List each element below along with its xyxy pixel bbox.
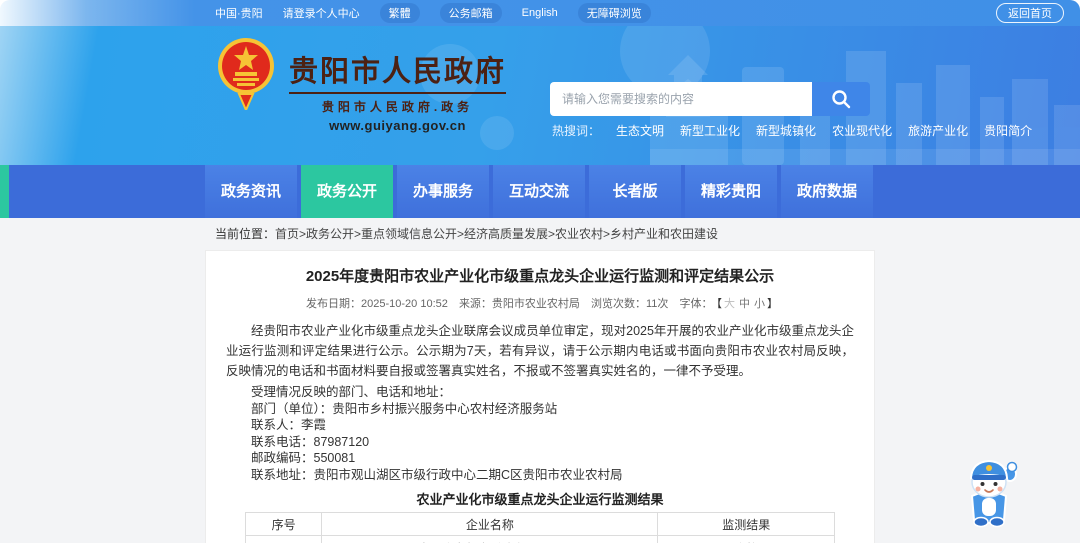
topbar-link-english[interactable]: English	[522, 7, 558, 19]
site-subtitle: 贵阳市人民政府.政务	[289, 92, 507, 115]
table-row: 1 贵州合力超市采购有限公司 合格	[244, 535, 836, 543]
site-title-group: 贵阳市人民政府 贵阳市人民政府.政务 www.guiyang.gov.cn	[289, 56, 507, 133]
top-utility-bar: 中国·贵阳 请登录个人中心 繁體 公务邮箱 English 无障碍浏览 返回首页	[0, 0, 1080, 26]
contact-phone: 联系电话：87987120	[251, 434, 370, 449]
main-navigation: 政务资讯 政务公开 办事服务 互动交流 长者版 精彩贵阳 政府数据	[0, 165, 1080, 218]
site-logo-block[interactable]: 贵阳市人民政府 贵阳市人民政府.政务 www.guiyang.gov.cn	[213, 34, 507, 133]
hot-search-link-industry[interactable]: 新型工业化	[680, 122, 740, 139]
hot-search-link-agriculture[interactable]: 农业现代化	[832, 122, 892, 139]
monitoring-result: 合格	[657, 535, 836, 543]
font-size-medium-button[interactable]: 中	[739, 298, 750, 310]
nav-tab-news[interactable]: 政务资讯	[205, 165, 297, 218]
hot-search-label: 热搜词：	[552, 124, 601, 138]
column-header-index: 序号	[244, 512, 323, 536]
search-icon	[832, 90, 851, 109]
postal-code: 邮政编码：550081	[251, 451, 356, 465]
article-meta: 发布日期：2025-10-20 10:52 来源：贵阳市农业农村局 浏览次数：1…	[226, 295, 854, 311]
contact-department: 部门（单位）：贵阳市乡村振兴服务中心农村经济服务站	[251, 401, 558, 416]
mascot-character-icon	[969, 459, 1018, 528]
monitoring-results-table: 序号 企业名称 监测结果 1 贵州合力超市采购有限公司 合格 2 贵州友禾种业有…	[244, 512, 836, 543]
company-name: 贵州合力超市采购有限公司	[321, 535, 659, 543]
font-size-label: 字体：	[679, 298, 713, 310]
breadcrumb-label: 当前位置：	[215, 227, 276, 241]
article-paragraph: 经贵阳市农业产业化市级重点龙头企业联席会议成员单位审定，现对2025年开展的农业…	[226, 324, 854, 378]
site-url: www.guiyang.gov.cn	[329, 118, 466, 133]
search-bar	[550, 82, 870, 116]
font-size-large-button[interactable]: 大	[724, 298, 735, 310]
nav-tab-gov-disclosure[interactable]: 政务公开	[301, 165, 393, 218]
topbar-link-traditional[interactable]: 繁體	[379, 3, 420, 23]
publish-date: 发布日期：2025-10-20 10:52	[306, 298, 448, 310]
topbar-link-login[interactable]: 请登录个人中心	[283, 5, 360, 21]
breadcrumb: 当前位置：首页>政务公开>重点领域信息公开>经济高质量发展>农业农村>乡村产业和…	[0, 218, 1080, 250]
nav-items: 政务资讯 政务公开 办事服务 互动交流 长者版 精彩贵阳 政府数据	[205, 165, 873, 218]
nav-accent-stripe	[0, 165, 9, 218]
breadcrumb-path[interactable]: 首页>政务公开>重点领域信息公开>经济高质量发展>农业农村>乡村产业和农田建设	[275, 227, 718, 241]
article-paragraph: 受理情况反映的部门、电话和地址：	[251, 385, 452, 399]
nav-tab-interaction[interactable]: 互动交流	[493, 165, 585, 218]
view-count: 浏览次数：11次	[591, 298, 669, 310]
row-index: 1	[244, 535, 323, 543]
font-size-small-button[interactable]: 小	[754, 298, 765, 310]
topbar-link-china-guiyang[interactable]: 中国·贵阳	[215, 5, 263, 21]
article-title: 2025年度贵阳市农业产业化市级重点龙头企业运行监测和评定结果公示	[305, 268, 775, 285]
hot-search-link-ecology[interactable]: 生态文明	[616, 122, 664, 139]
font-size-bracket-open: 【	[716, 298, 722, 310]
topbar-link-accessibility[interactable]: 无障碍浏览	[577, 3, 651, 23]
table-header-row: 序号 企业名称 监测结果	[244, 512, 836, 536]
nav-tab-senior[interactable]: 长者版	[589, 165, 681, 218]
search-input[interactable]	[550, 82, 812, 116]
hot-search-link-tourism[interactable]: 旅游产业化	[908, 122, 968, 139]
site-mascot[interactable]	[960, 452, 1018, 533]
nav-tab-highlights[interactable]: 精彩贵阳	[685, 165, 777, 218]
contact-address: 联系地址：贵阳市观山湖区市级行政中心二期C区贵阳市农业农村局	[251, 467, 623, 482]
national-emblem-icon	[218, 38, 274, 110]
results-table-caption: 农业产业化市级重点龙头企业运行监测结果	[416, 492, 664, 507]
article-card: 2025年度贵阳市农业产业化市级重点龙头企业运行监测和评定结果公示 发布日期：2…	[205, 250, 875, 543]
font-size-bracket-close: 】	[766, 298, 778, 310]
column-header-company: 企业名称	[321, 512, 659, 536]
article-source: 来源：贵阳市农业农村局	[458, 298, 580, 310]
search-button[interactable]	[812, 82, 870, 116]
nav-tab-services[interactable]: 办事服务	[397, 165, 489, 218]
hot-search-link-urbanization[interactable]: 新型城镇化	[756, 122, 816, 139]
site-banner: 贵阳市人民政府 贵阳市人民政府.政务 www.guiyang.gov.cn 热搜…	[0, 26, 1080, 165]
topbar-links: 中国·贵阳 请登录个人中心 繁體 公务邮箱 English 无障碍浏览	[0, 3, 651, 23]
contact-person: 联系人：李霞	[251, 418, 327, 432]
topbar-link-mail[interactable]: 公务邮箱	[439, 3, 502, 23]
site-name: 贵阳市人民政府	[289, 56, 507, 88]
browser-viewport: 中国·贵阳 请登录个人中心 繁體 公务邮箱 English 无障碍浏览 返回首页	[0, 0, 1080, 543]
return-home-button[interactable]: 返回首页	[996, 3, 1064, 23]
hot-search-row: 热搜词： 生态文明 新型工业化 新型城镇化 农业现代化 旅游产业化 贵阳简介	[552, 122, 1032, 139]
nav-tab-data[interactable]: 政府数据	[781, 165, 873, 218]
column-header-result: 监测结果	[657, 512, 836, 536]
hot-search-link-intro[interactable]: 贵阳简介	[984, 122, 1032, 139]
